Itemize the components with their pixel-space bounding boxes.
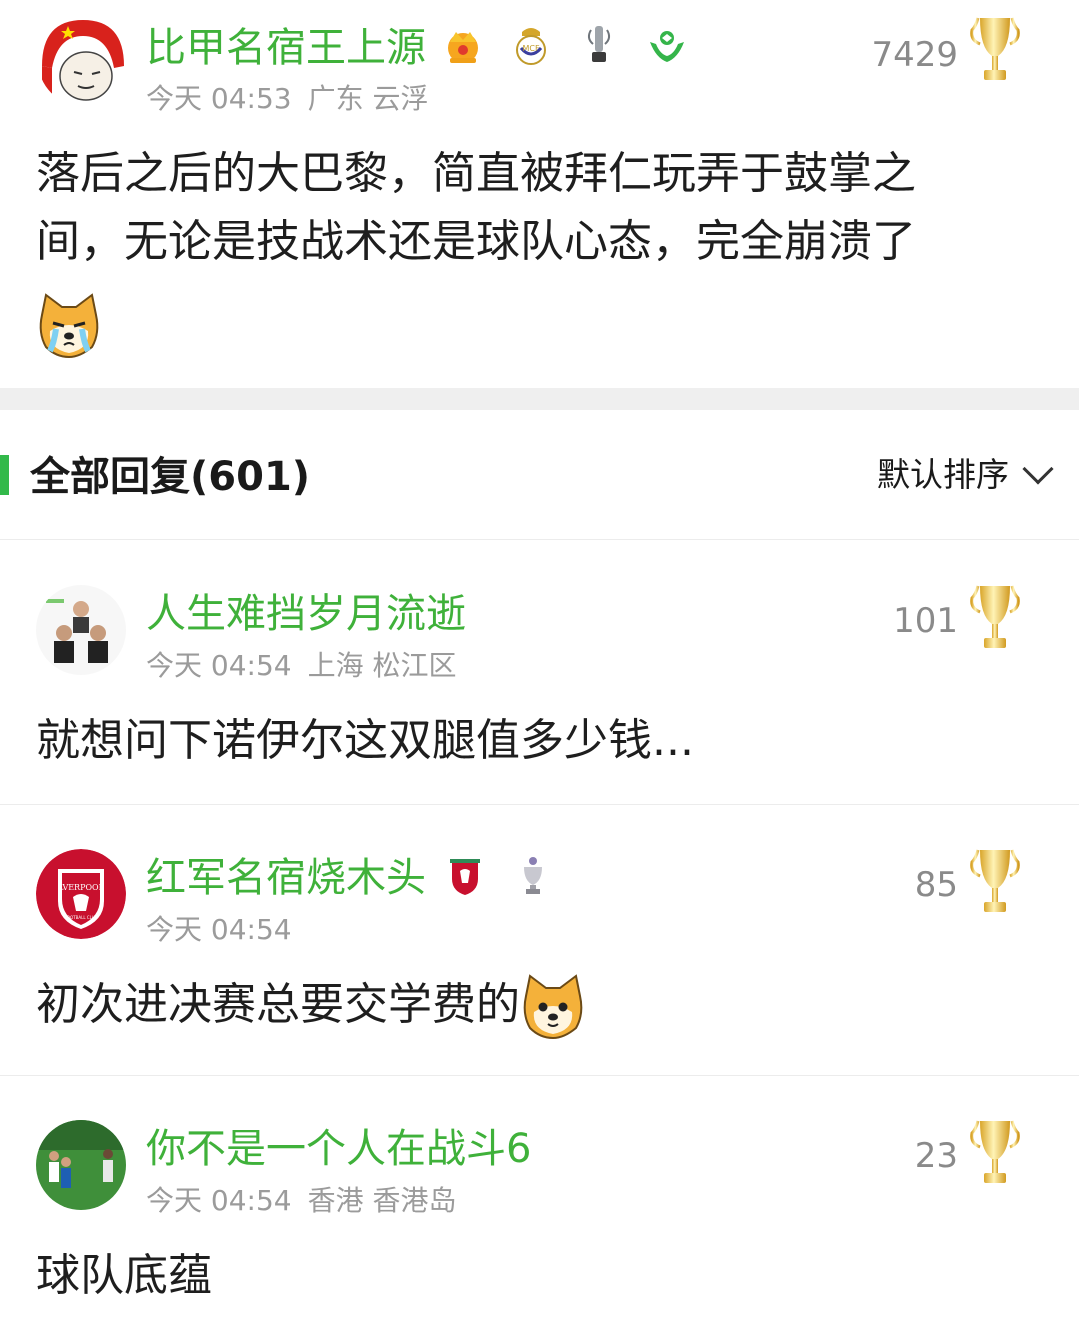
trophy-like-icon[interactable] <box>970 1117 1020 1189</box>
avatar-image-icon <box>38 16 128 106</box>
avatar-image-icon <box>36 585 126 675</box>
reply-item: 你不是一个人在战斗6 23 今天 04:54 香港 香港岛 球队底蕴 <box>0 1076 1079 1334</box>
like-count: 101 <box>893 601 958 641</box>
reply-item: LVERPOOL FOOTBALL CLUB 红军名宿烧木头 85 今天 04:… <box>0 805 1079 1076</box>
reply-content: 球队底蕴 <box>36 1250 212 1301</box>
reply-meta: 今天 04:54 上海 松江区 <box>146 652 457 680</box>
sort-dropdown[interactable]: 默认排序 <box>877 452 1054 494</box>
svg-text:MCF: MCF <box>522 44 539 53</box>
reply-text: 初次进决赛总要交学费的 <box>36 979 520 1030</box>
premier-league-trophy-icon <box>524 857 542 894</box>
post-meta: 今天 04:53 广东 云浮 <box>146 85 429 113</box>
user-badges <box>444 855 554 897</box>
avatar-image-icon <box>36 1120 126 1210</box>
silver-trophy-icon <box>587 26 611 62</box>
liverpool-badge-icon <box>450 859 480 895</box>
crying-doge-emoji-icon <box>36 293 102 359</box>
user-badges: MCF <box>442 24 688 66</box>
replies-title: 全部回复(601) <box>30 454 311 500</box>
post-location: 广东 云浮 <box>307 82 429 115</box>
post-content-line: 落后之后的大巴黎，简直被拜仁玩弄于鼓掌之 <box>36 148 916 199</box>
reply-username[interactable]: 红军名宿烧木头 <box>146 858 426 898</box>
reply-content: 就想问下诺伊尔这双腿值多少钱... <box>36 715 694 766</box>
avatar-text-top: LVERPOOL <box>58 883 105 892</box>
trophy-like-icon[interactable] <box>970 14 1020 86</box>
post-time: 今天 04:53 <box>146 82 292 115</box>
reply-meta: 今天 04:54 香港 香港岛 <box>146 1187 457 1215</box>
like-count: 85 <box>914 865 958 905</box>
green-emblem-icon <box>650 31 684 62</box>
crown-icon <box>448 32 478 63</box>
avatar-text-bottom: FOOTBALL CLUB <box>65 915 98 920</box>
post-username[interactable]: 比甲名宿王上源 <box>146 28 426 68</box>
liverpool-crest-icon: LVERPOOL FOOTBALL CLUB <box>36 849 126 939</box>
reply-username[interactable]: 你不是一个人在战斗6 <box>146 1129 531 1169</box>
trophy-like-icon[interactable] <box>970 582 1020 654</box>
chevron-down-icon <box>1022 452 1054 485</box>
reply-time: 今天 04:54 <box>146 913 292 946</box>
avatar[interactable] <box>38 16 128 106</box>
reply-location: 香港 香港岛 <box>307 1184 457 1217</box>
reply-username[interactable]: 人生难挡岁月流逝 <box>146 594 466 634</box>
reply-time: 今天 04:54 <box>146 649 292 682</box>
reply-meta: 今天 04:54 <box>146 916 292 944</box>
avatar[interactable] <box>36 585 126 675</box>
post-content: 落后之后的大巴黎，简直被拜仁玩弄于鼓掌之 间，无论是技战术还是球队心态，完全崩溃… <box>36 140 916 359</box>
reply-item: 人生难挡岁月流逝 101 今天 04:54 上海 松江区 就想问下诺伊尔这双腿值多… <box>0 541 1079 805</box>
reply-time: 今天 04:54 <box>146 1184 292 1217</box>
doge-emoji-icon <box>520 974 586 1040</box>
real-madrid-badge-icon: MCF <box>516 28 546 65</box>
post-content-line: 间，无论是技战术还是球队心态，完全崩溃了 <box>36 216 916 267</box>
reply-content: 初次进决赛总要交学费的 <box>36 971 586 1040</box>
trophy-like-icon[interactable] <box>970 846 1020 918</box>
avatar[interactable]: LVERPOOL FOOTBALL CLUB <box>36 849 126 939</box>
reply-location: 上海 松江区 <box>307 649 457 682</box>
like-count: 7429 <box>871 35 958 75</box>
avatar[interactable] <box>36 1120 126 1210</box>
section-accent-bar <box>0 455 9 495</box>
sort-label: 默认排序 <box>877 455 1009 494</box>
main-post: 比甲名宿王上源 MCF 7429 今天 04:53 广东 云浮 落后之后的大巴黎… <box>0 0 1079 388</box>
like-count: 23 <box>914 1136 958 1176</box>
section-divider <box>0 388 1079 410</box>
